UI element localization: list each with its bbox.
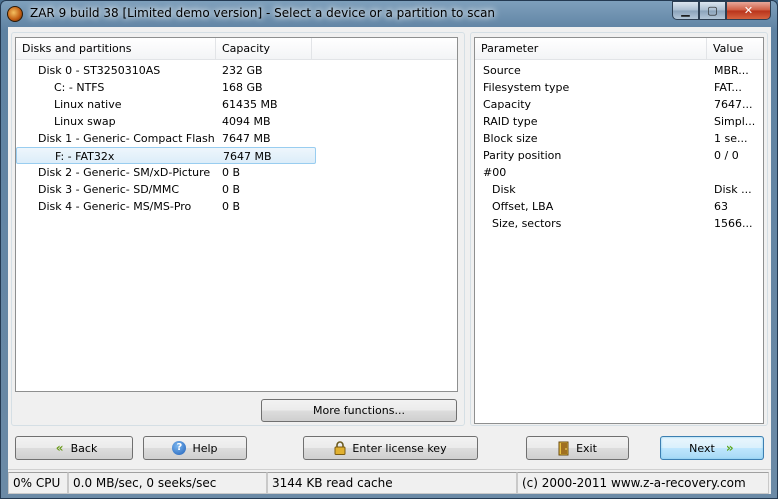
param-row-value: 7647... <box>714 98 753 111</box>
param-row-name: Disk <box>492 183 516 196</box>
disk-row-capacity: 7647 MB <box>222 132 271 145</box>
param-row-name: #00 <box>483 166 507 179</box>
help-icon: ? <box>172 441 187 455</box>
disks-rows: Disk 0 - ST3250310AS 232 GB C: - NTFS 168 G… <box>16 62 457 215</box>
param-row-name: Filesystem type <box>483 81 570 94</box>
help-button[interactable]: ? Help <box>143 436 247 460</box>
param-row-value: FAT... <box>714 81 742 94</box>
param-row-value: 63 <box>714 200 728 213</box>
param-row-value: Disk ... <box>714 183 752 196</box>
param-row-name: RAID type <box>483 115 538 128</box>
param-row-name: Size, sectors <box>492 217 562 230</box>
status-cpu: 0% CPU <box>8 472 68 494</box>
more-functions-button[interactable]: More functions... <box>261 399 457 422</box>
disk-row[interactable]: Disk 3 - Generic- SD/MMC 0 B <box>16 181 316 198</box>
maximize-button[interactable]: ▢ <box>699 1 726 20</box>
disk-row-capacity: 0 B <box>222 166 241 179</box>
params-rows: Source MBR... Filesystem type FAT... Capacit… <box>475 62 763 232</box>
column-header-capacity[interactable]: Capacity <box>216 38 312 60</box>
param-row-value: 1566... <box>714 217 753 230</box>
disk-row-name: Linux swap <box>54 115 116 128</box>
disk-row-name: Disk 4 - Generic- MS/MS-Pro <box>38 200 192 213</box>
disk-row-name: Disk 2 - Generic- SM/xD-Picture <box>38 166 211 179</box>
disk-row[interactable]: Linux native 61435 MB <box>16 96 316 113</box>
param-row[interactable]: Capacity 7647... <box>475 96 763 113</box>
disk-row-capacity: 168 GB <box>222 81 263 94</box>
param-row[interactable]: #00 <box>475 164 763 181</box>
status-copyright: (c) 2000-2011 www.z-a-recovery.com <box>517 472 769 494</box>
lock-icon <box>334 441 346 455</box>
param-row-name: Parity position <box>483 149 562 162</box>
next-button[interactable]: Next » <box>660 436 764 460</box>
disk-row[interactable]: F: - FAT32x 7647 MB <box>16 147 316 164</box>
disk-row[interactable]: Disk 1 - Generic- Compact Flash 7647 MB <box>16 130 316 147</box>
disk-row-capacity: 232 GB <box>222 64 263 77</box>
param-row[interactable]: Source MBR... <box>475 62 763 79</box>
column-header-disks[interactable]: Disks and partitions <box>16 38 216 60</box>
status-io: 0.0 MB/sec, 0 seeks/sec <box>68 472 267 494</box>
disk-row-name: Disk 0 - ST3250310AS <box>38 64 161 77</box>
disk-row-name: F: - FAT32x <box>55 150 115 163</box>
status-bar: 0% CPU 0.0 MB/sec, 0 seeks/sec 3144 KB r… <box>8 469 771 494</box>
next-button-label: Next <box>689 441 715 455</box>
exit-button-label: Exit <box>576 441 597 455</box>
param-row-name: Block size <box>483 132 538 145</box>
disk-row[interactable]: Disk 0 - ST3250310AS 232 GB <box>16 62 316 79</box>
disk-row-capacity: 0 B <box>222 183 241 196</box>
disk-row-name: C: - NTFS <box>54 81 105 94</box>
window-title: ZAR 9 build 38 [Limited demo version] - … <box>30 6 496 20</box>
exit-button[interactable]: Exit <box>526 436 629 460</box>
enter-license-button-label: Enter license key <box>352 441 447 455</box>
disk-row[interactable]: Linux swap 4094 MB <box>16 113 316 130</box>
app-icon[interactable] <box>7 6 23 22</box>
minimize-button[interactable]: ▁ <box>672 1 699 20</box>
param-row[interactable]: Offset, LBA 63 <box>475 198 763 215</box>
param-row-name: Source <box>483 64 521 77</box>
disk-row[interactable]: C: - NTFS 168 GB <box>16 79 316 96</box>
disk-row-capacity: 61435 MB <box>222 98 278 111</box>
param-row-name: Offset, LBA <box>492 200 554 213</box>
disk-row-name: Linux native <box>54 98 122 111</box>
column-header-parameter[interactable]: Parameter <box>475 38 707 60</box>
param-row-name: Capacity <box>483 98 532 111</box>
back-arrow-icon: « <box>55 441 64 455</box>
close-button[interactable]: ✕ <box>726 1 771 20</box>
main-window: ZAR 9 build 38 [Limited demo version] - … <box>0 0 778 499</box>
disk-row-name: Disk 3 - Generic- SD/MMC <box>38 183 180 196</box>
param-row-value: 0 / 0 <box>714 149 739 162</box>
back-button-label: Back <box>70 441 98 455</box>
disk-row-capacity: 0 B <box>222 200 241 213</box>
param-row[interactable]: Disk Disk ... <box>475 181 763 198</box>
params-list-header: Parameter Value <box>475 38 763 60</box>
title-bar[interactable]: ZAR 9 build 38 [Limited demo version] - … <box>1 1 777 27</box>
enter-license-button[interactable]: Enter license key <box>303 436 478 460</box>
param-row-value: MBR... <box>714 64 749 77</box>
param-row[interactable]: Filesystem type FAT... <box>475 79 763 96</box>
back-button[interactable]: « Back <box>15 436 133 460</box>
disks-list[interactable]: Disks and partitions Capacity Disk 0 - S… <box>15 37 458 392</box>
next-arrow-icon: » <box>725 441 734 455</box>
disk-row[interactable]: Disk 4 - Generic- MS/MS-Pro 0 B <box>16 198 316 215</box>
disk-row-capacity: 7647 MB <box>223 150 272 163</box>
param-row[interactable]: Size, sectors 1566... <box>475 215 763 232</box>
caption-buttons: ▁ ▢ ✕ <box>672 1 771 20</box>
disk-row-capacity: 4094 MB <box>222 115 271 128</box>
help-button-label: Help <box>192 441 218 455</box>
disks-list-header: Disks and partitions Capacity <box>16 38 457 60</box>
column-header-value[interactable]: Value <box>707 38 763 60</box>
param-row[interactable]: RAID type Simpl... <box>475 113 763 130</box>
disk-row[interactable]: Disk 2 - Generic- SM/xD-Picture 0 B <box>16 164 316 181</box>
param-row[interactable]: Block size 1 se... <box>475 130 763 147</box>
client-area: Disks and partitions Capacity Disk 0 - S… <box>8 27 771 494</box>
status-cache: 3144 KB read cache <box>267 472 517 494</box>
param-row-value: Simpl... <box>714 115 756 128</box>
params-list[interactable]: Parameter Value Source MBR... Filesystem t… <box>474 37 764 424</box>
exit-door-icon <box>558 441 570 456</box>
param-row[interactable]: Parity position 0 / 0 <box>475 147 763 164</box>
param-row-value: 1 se... <box>714 132 748 145</box>
disk-row-name: Disk 1 - Generic- Compact Flash <box>38 132 215 145</box>
